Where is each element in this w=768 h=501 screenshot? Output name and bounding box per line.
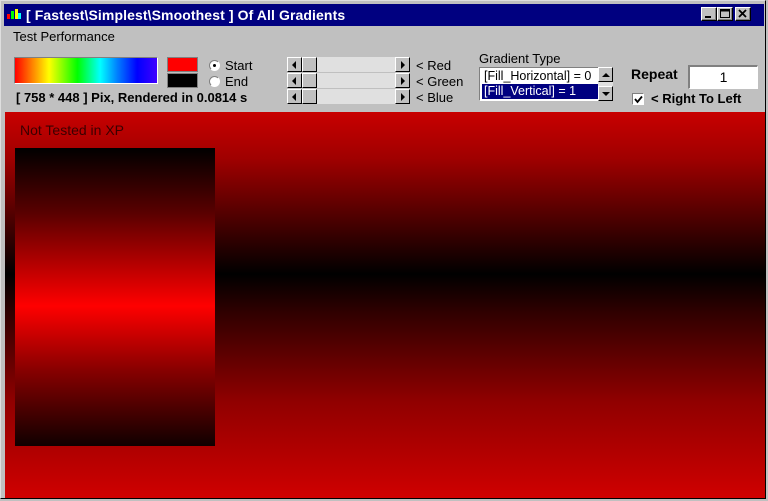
slider-right-button[interactable] [395, 89, 410, 104]
green-slider[interactable] [287, 73, 410, 88]
arrow-down-icon [602, 92, 610, 96]
slider-thumb[interactable] [302, 57, 317, 72]
color-spectrum-picker[interactable] [14, 57, 158, 84]
slider-right-button[interactable] [395, 57, 410, 72]
slider-left-button[interactable] [287, 57, 302, 72]
gradient-list-scrollbar[interactable] [598, 67, 613, 101]
start-radio[interactable] [209, 60, 220, 71]
app-icon[interactable] [7, 8, 21, 22]
arrow-left-icon [292, 61, 296, 69]
arrow-up-icon [602, 73, 610, 77]
gradient-canvas[interactable]: Not Tested in XP [5, 112, 765, 498]
red-slider[interactable] [287, 57, 410, 72]
window-title: [ Fastest\Simplest\Smoothest ] Of All Gr… [26, 7, 346, 23]
start-color-swatch[interactable] [167, 57, 198, 72]
list-item[interactable]: [Fill_Horizontal] = 0 [482, 69, 598, 84]
end-radio-label: End [225, 74, 249, 89]
render-status: [ 758 * 448 ] Pix, Rendered in 0.0814 s [16, 90, 248, 105]
maximize-icon [720, 9, 730, 18]
right-to-left-checkbox[interactable] [632, 93, 644, 105]
minimize-button[interactable] [701, 7, 717, 21]
scroll-down-button[interactable] [598, 86, 613, 101]
gradient-type-list[interactable]: [Fill_Horizontal] = 0 [Fill_Vertical] = … [479, 67, 599, 101]
title-bar: [ Fastest\Simplest\Smoothest ] Of All Gr… [4, 4, 764, 26]
slider-left-button[interactable] [287, 73, 302, 88]
slider-right-button[interactable] [395, 73, 410, 88]
canvas-note: Not Tested in XP [20, 122, 125, 138]
right-to-left-label: < Right To Left [651, 91, 742, 106]
checkmark-icon [634, 95, 643, 104]
close-icon [738, 9, 747, 18]
radio-selected-dot [213, 64, 216, 67]
end-color-swatch[interactable] [167, 73, 198, 88]
blue-slider-label: < Blue [416, 90, 454, 105]
arrow-right-icon [401, 61, 405, 69]
slider-left-button[interactable] [287, 89, 302, 104]
minimize-icon [705, 16, 711, 18]
arrow-right-icon [401, 93, 405, 101]
repeat-input[interactable]: 1 [688, 65, 758, 89]
arrow-left-icon [292, 77, 296, 85]
toolbar: Start End [ 758 * 448 ] Pix, Rendered in… [4, 49, 764, 111]
blue-slider[interactable] [287, 89, 410, 104]
slider-thumb[interactable] [302, 73, 317, 88]
scroll-up-button[interactable] [598, 67, 613, 82]
menu-bar: Test Performance [4, 27, 764, 47]
arrow-left-icon [292, 93, 296, 101]
end-radio[interactable] [209, 76, 220, 87]
gradient-preview [15, 148, 215, 446]
start-radio-label: Start [225, 58, 253, 73]
list-item-selected[interactable]: [Fill_Vertical] = 1 [482, 84, 598, 99]
main-window: [ Fastest\Simplest\Smoothest ] Of All Gr… [0, 0, 766, 499]
green-slider-label: < Green [416, 74, 464, 89]
arrow-right-icon [401, 77, 405, 85]
slider-thumb[interactable] [302, 89, 317, 104]
menu-test-performance[interactable]: Test Performance [13, 29, 115, 44]
maximize-button[interactable] [717, 7, 733, 21]
gradient-type-label: Gradient Type [479, 51, 561, 66]
red-slider-label: < Red [416, 58, 452, 73]
close-button[interactable] [735, 7, 751, 21]
repeat-label: Repeat [631, 66, 678, 82]
